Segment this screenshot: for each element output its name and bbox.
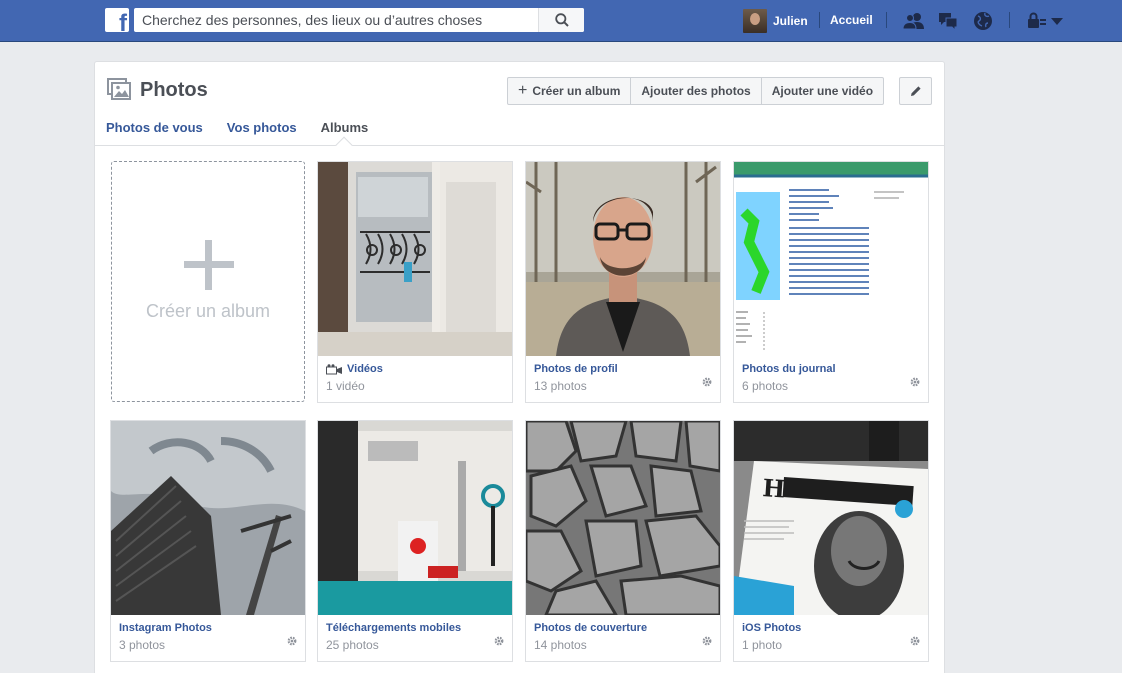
notifications-globe-icon[interactable] <box>972 10 994 32</box>
album-count: 13 photos <box>534 379 587 393</box>
album-card[interactable]: Photos de profil 13 photos <box>525 161 721 403</box>
search-box <box>134 8 584 32</box>
pencil-icon <box>910 86 921 96</box>
gear-icon[interactable] <box>909 376 921 388</box>
video-camera-icon <box>326 363 342 374</box>
album-title[interactable]: Photos du journal <box>742 363 836 375</box>
add-photos-button[interactable]: Ajouter des photos <box>631 78 762 104</box>
photo-tabs: Photos de vous Vos photos Albums <box>106 120 392 135</box>
photos-card: Photos + Créer un album Ajouter des photo… <box>94 61 945 673</box>
gear-icon[interactable] <box>286 635 298 647</box>
logo-letter: f <box>119 10 127 33</box>
album-count: 1 photo <box>742 638 783 652</box>
add-icon <box>184 240 234 290</box>
profile-name: Julien <box>773 14 808 28</box>
search-input[interactable] <box>134 8 534 32</box>
album-cover-instagram[interactable] <box>111 421 305 615</box>
album-cover-videos[interactable] <box>318 162 512 356</box>
album-title[interactable]: Instagram Photos <box>119 622 212 634</box>
album-count: 25 photos <box>326 638 379 652</box>
nav-divider <box>1009 12 1010 28</box>
tab-divider <box>95 145 944 146</box>
album-count: 3 photos <box>119 638 166 652</box>
album-card[interactable]: Téléchargements mobiles 25 photos <box>317 420 513 662</box>
create-album-tile-label: Créer un album <box>145 301 271 321</box>
album-card[interactable]: Photos du journal 6 photos <box>733 161 929 403</box>
album-title[interactable]: Photos de couverture <box>534 622 647 634</box>
avatar <box>743 9 767 33</box>
search-icon <box>554 13 569 27</box>
album-count: 1 vidéo <box>326 379 365 393</box>
nav-divider <box>819 12 820 28</box>
album-cover-ios-photos[interactable]: H <box>734 421 928 615</box>
album-title[interactable]: Photos de profil <box>534 363 618 375</box>
photos-section-icon <box>107 78 131 100</box>
header-actions: + Créer un album Ajouter des photos Ajout… <box>507 77 885 105</box>
home-link[interactable]: Accueil <box>830 13 873 27</box>
album-card[interactable]: H iOS Photos 1 photo <box>733 420 929 662</box>
album-title[interactable]: Téléchargements mobiles <box>326 622 461 634</box>
top-navigation-bar: f Julien Accueil <box>0 0 1122 42</box>
nav-divider <box>886 12 887 28</box>
friends-icon[interactable] <box>903 10 925 32</box>
album-cover-profile[interactable] <box>526 162 720 356</box>
create-album-button[interactable]: + Créer un album <box>508 78 632 104</box>
add-photos-label: Ajouter des photos <box>641 84 751 98</box>
gear-icon[interactable] <box>493 635 505 647</box>
album-card[interactable]: Photos de couverture 14 photos <box>525 420 721 662</box>
add-video-label: Ajouter une vidéo <box>771 84 874 98</box>
profile-link[interactable]: Julien <box>743 9 808 33</box>
album-title[interactable]: iOS Photos <box>742 622 801 634</box>
album-card[interactable]: Vidéos 1 vidéo <box>317 161 513 403</box>
create-album-tile[interactable]: Créer un album <box>111 161 305 402</box>
svg-text:H: H <box>762 473 787 504</box>
album-cover-mobile-uploads[interactable] <box>318 421 512 615</box>
add-video-button[interactable]: Ajouter une vidéo <box>762 78 883 104</box>
album-count: 6 photos <box>742 379 789 393</box>
privacy-lock-icon[interactable] <box>1026 10 1048 32</box>
gear-icon[interactable] <box>701 635 713 647</box>
account-menu-chevron-icon[interactable] <box>1050 10 1064 32</box>
facebook-logo-icon[interactable]: f <box>105 8 129 32</box>
album-title-text: Vidéos <box>347 363 383 375</box>
messages-icon[interactable] <box>937 10 959 32</box>
tab-albums[interactable]: Albums <box>321 120 369 135</box>
edit-button[interactable] <box>899 77 932 105</box>
create-album-label: Créer un album <box>532 84 621 98</box>
gear-icon[interactable] <box>701 376 713 388</box>
search-button[interactable] <box>538 8 584 32</box>
page-title: Photos <box>140 79 208 101</box>
album-count: 14 photos <box>534 638 587 652</box>
tab-photos-de-vous[interactable]: Photos de vous <box>106 120 203 135</box>
album-cover-timeline[interactable] <box>734 162 928 356</box>
plus-icon: + <box>518 82 528 99</box>
album-title[interactable]: Vidéos <box>326 363 383 375</box>
gear-icon[interactable] <box>909 635 921 647</box>
active-tab-caret <box>335 136 353 154</box>
album-cover-cover-photos[interactable] <box>526 421 720 615</box>
album-card[interactable]: Instagram Photos 3 photos <box>110 420 306 662</box>
tab-vos-photos[interactable]: Vos photos <box>227 120 297 135</box>
